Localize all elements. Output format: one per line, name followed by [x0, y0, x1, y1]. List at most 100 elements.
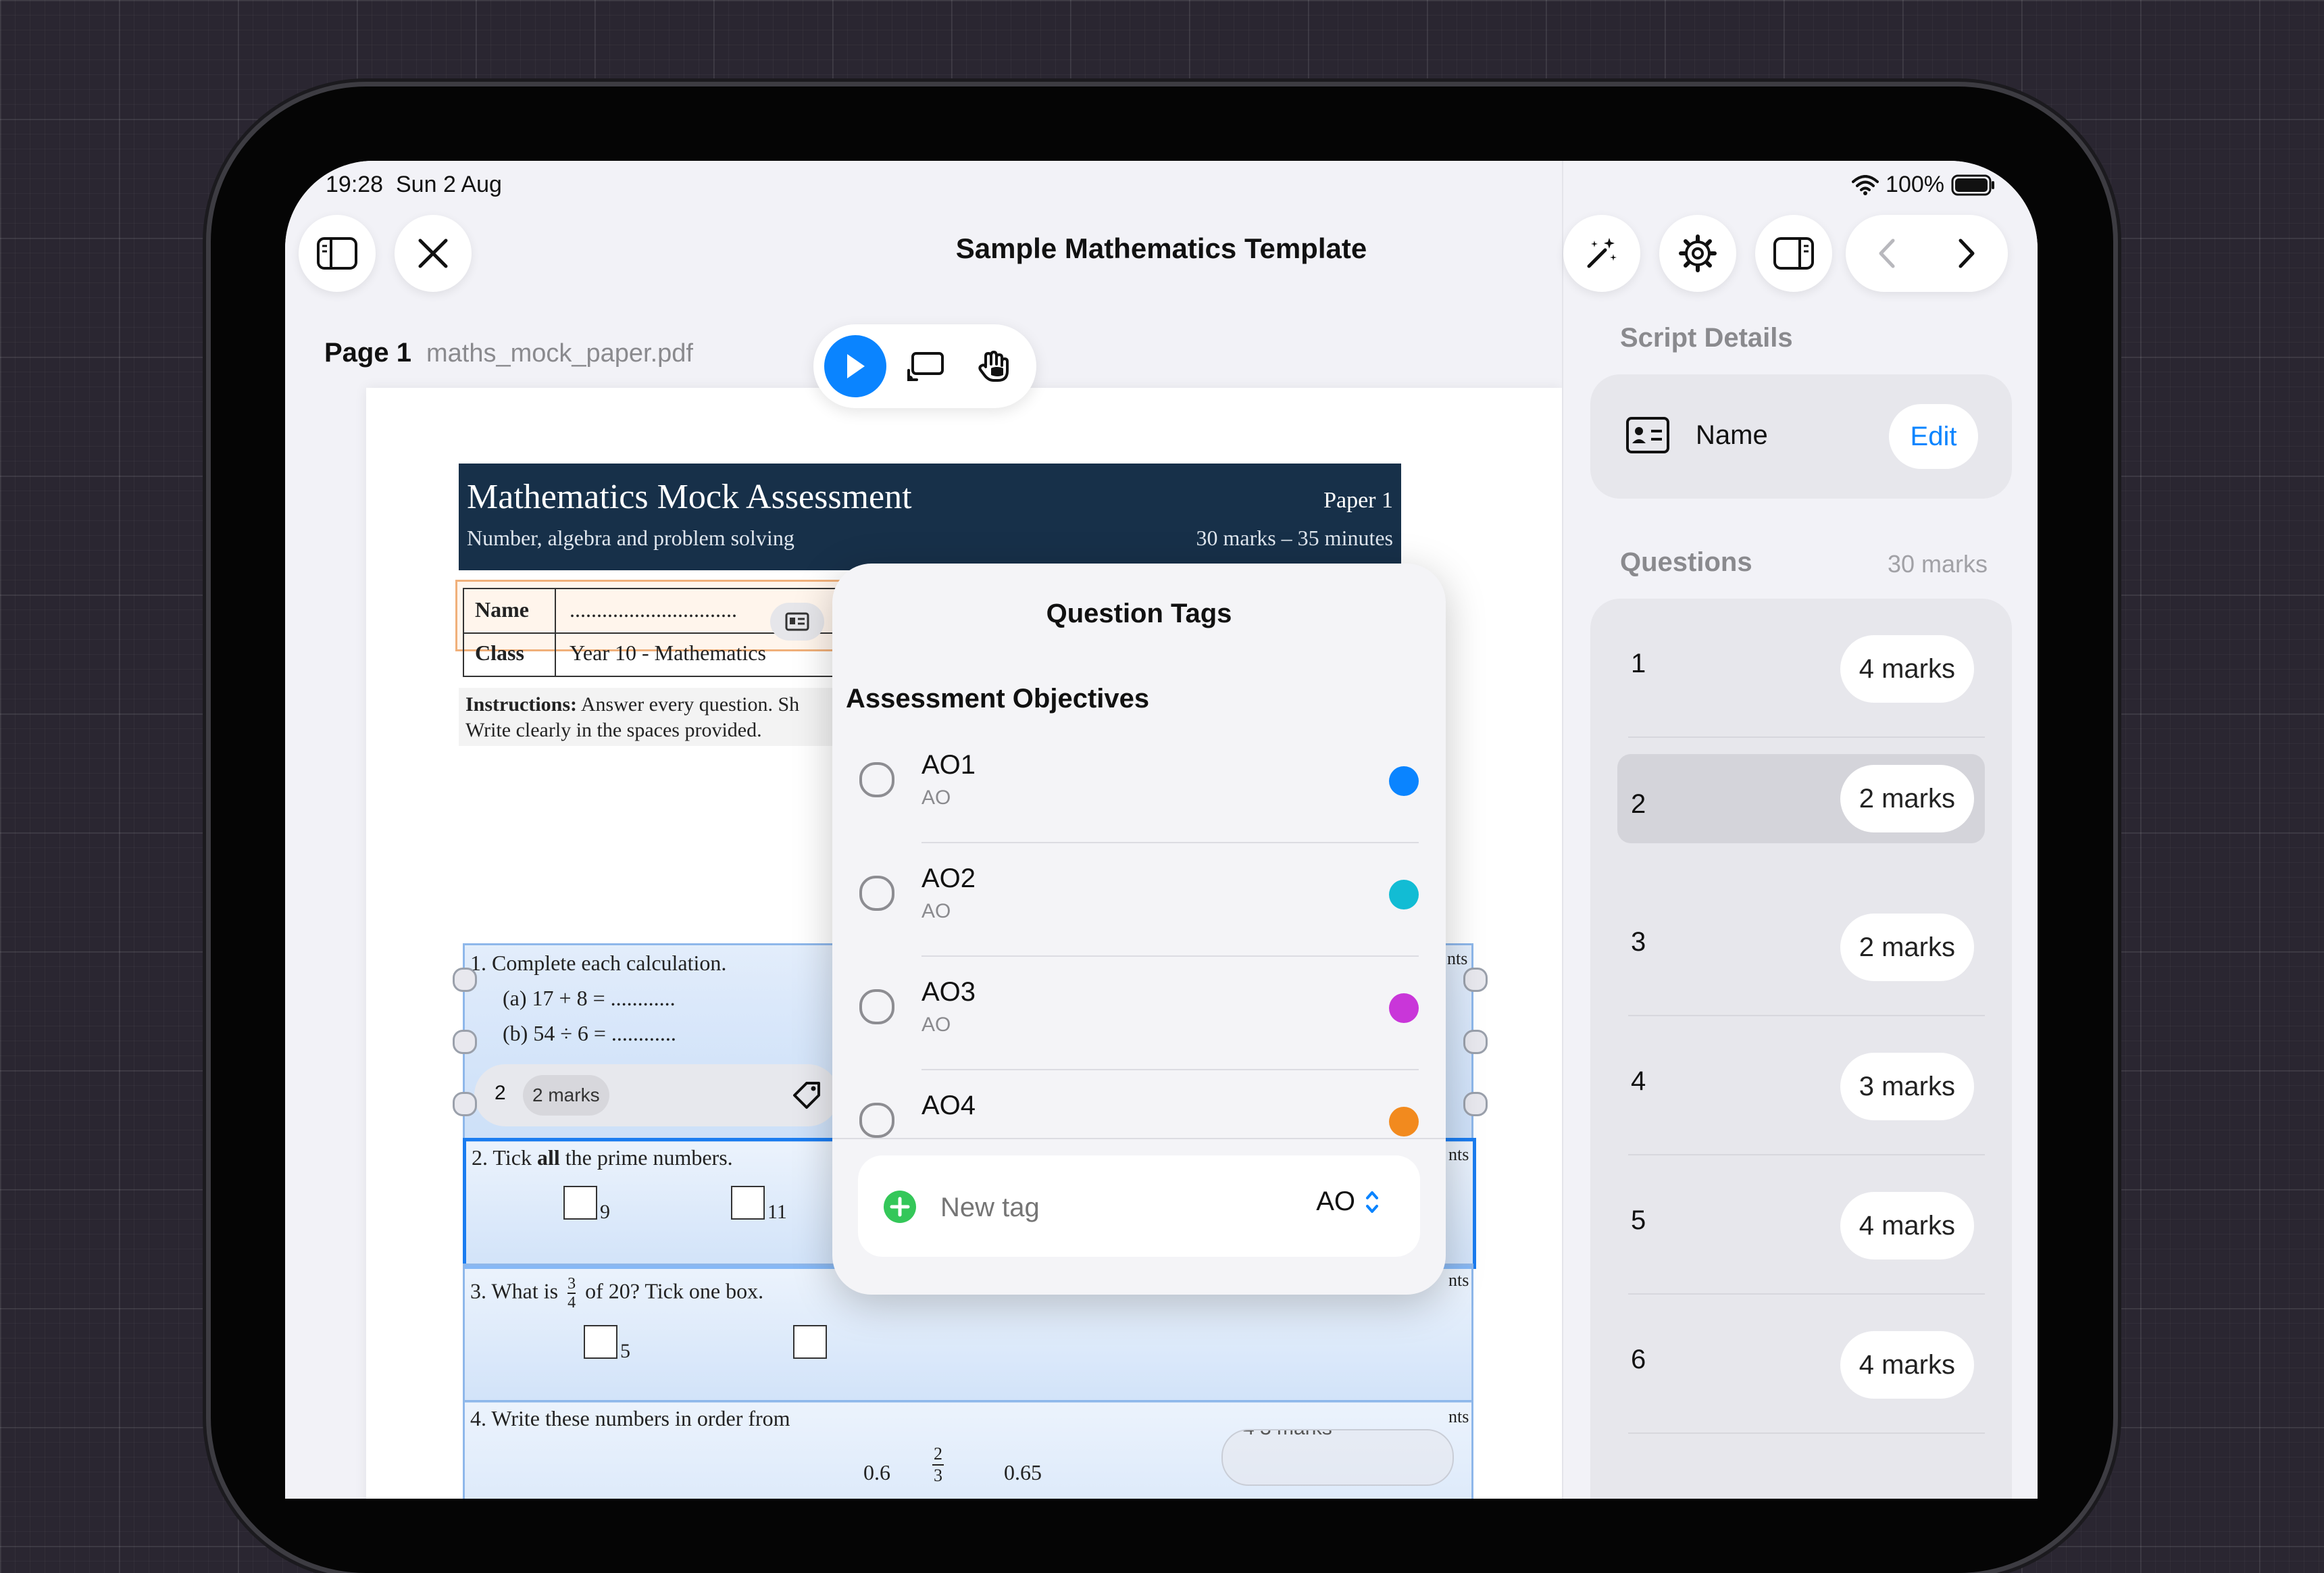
question-number: 5	[1631, 1205, 1646, 1235]
tag-type-ao2: AO	[921, 900, 951, 922]
question-row-5[interactable]: 5 4 marks	[1617, 1155, 1985, 1295]
question-region-4[interactable]: 4. Write these numbers in order from 0.6…	[463, 1400, 1473, 1499]
row-separator	[1628, 1432, 1985, 1434]
question-marks-button[interactable]: 4 marks	[1840, 1192, 1974, 1259]
q1-question-chip[interactable]: 2 2 marks	[474, 1064, 839, 1126]
q2-title: 2. Tick all the prime numbers.	[472, 1145, 733, 1170]
add-icon[interactable]	[882, 1189, 917, 1224]
question-row-1[interactable]: 1 4 marks	[1617, 599, 1985, 738]
questions-list: 1 4 marks 2 2 marks 3 2 marks 4 3 marks …	[1590, 599, 2012, 1499]
instructions-line-2: Write clearly in the spaces provided.	[465, 719, 762, 741]
q2-checkbox-1	[563, 1186, 597, 1220]
contact-card-icon	[785, 612, 809, 631]
paper-subtitle: Number, algebra and problem solving	[467, 526, 794, 550]
chevron-up-down-icon	[1366, 1191, 1378, 1213]
q4-title: 4. Write these numbers in order from	[470, 1406, 790, 1430]
hand-pan-icon	[978, 351, 1009, 382]
tag-type-selector[interactable]: AO	[1316, 1187, 1380, 1217]
question-marks-button[interactable]: 4 marks	[1840, 1331, 1974, 1399]
tag-color-ao3	[1389, 993, 1419, 1023]
question-number: 6	[1631, 1345, 1646, 1374]
resize-handle-top-right[interactable]	[1463, 968, 1488, 992]
q3-fraction: 34	[567, 1275, 576, 1312]
name-label: Name	[475, 597, 529, 622]
questions-total-marks: 30 marks	[1887, 550, 1988, 578]
tag-type-ao1: AO	[921, 786, 951, 809]
battery-icon	[1951, 174, 1994, 195]
paper-title: Mathematics Mock Assessment	[467, 478, 912, 516]
question-row-2[interactable]: 2 2 marks	[1617, 738, 1985, 877]
q3-checkbox-1	[584, 1325, 617, 1359]
name-field-chip[interactable]	[770, 603, 824, 641]
page-number: Page 1	[324, 338, 411, 368]
q3-option-1: 5	[620, 1340, 630, 1362]
name-field-label: Name	[1696, 420, 1768, 450]
pointer-icon	[847, 354, 865, 378]
resize-handle-bottom-left[interactable]	[453, 1092, 477, 1116]
ipad-screen: 19:28 Sun 2 Aug Page 1 maths_mock_paper.p…	[285, 161, 2038, 1499]
tag-name-ao1: AO1	[921, 750, 976, 780]
tag-radio-ao3[interactable]	[859, 989, 894, 1024]
instructions-text: Answer every question. Sh	[580, 693, 800, 716]
class-value: Year 10 - Mathematics	[570, 641, 766, 665]
question-marks-button[interactable]: 3 marks	[1840, 1053, 1974, 1120]
tag-icon	[793, 1082, 820, 1109]
question-row-6[interactable]: 6 4 marks	[1617, 1295, 1985, 1434]
select-tool-button[interactable]	[824, 335, 886, 397]
q1-title: 1. Complete each calculation.	[470, 951, 727, 975]
q2-title-bold: all	[536, 1145, 560, 1170]
tag-radio-ao4[interactable]	[859, 1103, 894, 1138]
q1-part-a: (a) 17 + 8 = ............	[503, 986, 676, 1010]
tag-type-ao3: AO	[921, 1014, 951, 1036]
question-marks-button[interactable]: 2 marks	[1840, 765, 1974, 832]
hand-tool-button[interactable]	[963, 335, 1026, 397]
q4-question-chip[interactable]: 4 3 marks	[1221, 1429, 1454, 1486]
script-details-heading: Script Details	[1620, 323, 1793, 353]
class-label: Class	[475, 641, 524, 665]
tag-row-ao2[interactable]: AO2 AO	[832, 843, 1446, 957]
assessment-objectives-heading: Assessment Objectives	[846, 684, 1150, 714]
q4-chip-label: 4 3 marks	[1243, 1430, 1332, 1440]
q2-marks-fragment: nts	[1448, 1145, 1469, 1164]
paper-header-banner: Mathematics Mock Assessment Number, alge…	[459, 464, 1401, 570]
resize-handle-top-left[interactable]	[453, 968, 477, 992]
resize-handle-mid-left[interactable]	[453, 1030, 477, 1054]
tag-row-ao4[interactable]: AO4	[832, 1070, 1446, 1138]
list-bottom-divider	[832, 1138, 1446, 1139]
question-marks-button[interactable]: 4 marks	[1840, 635, 1974, 703]
q4-fraction: 23	[932, 1444, 944, 1486]
instructions-label: Instructions:	[465, 693, 578, 716]
document-title: Sample Mathematics Template	[955, 232, 1367, 264]
name-field-card: Name Edit	[1590, 374, 2012, 499]
q1-chip-number: 2	[495, 1082, 506, 1104]
question-number: 1	[1631, 649, 1646, 678]
q4-number-1: 0.6	[863, 1460, 890, 1484]
edit-name-button[interactable]: Edit	[1889, 404, 1978, 469]
q4-marks-fragment: nts	[1448, 1407, 1469, 1426]
script-details-sidebar: 100% Script Details Name Edit Questions …	[1562, 161, 2038, 1499]
wifi-icon	[1852, 174, 1879, 195]
tag-radio-ao1[interactable]	[859, 762, 894, 797]
resize-handle-bottom-right[interactable]	[1463, 1092, 1488, 1116]
q1-chip-marks: 2 marks	[523, 1075, 609, 1116]
contact-card-icon	[1626, 417, 1669, 453]
tag-radio-ao2[interactable]	[859, 876, 894, 911]
tag-color-ao1	[1389, 766, 1419, 796]
new-tag-input[interactable]	[939, 1187, 1239, 1228]
tag-name-ao2: AO2	[921, 864, 976, 893]
tag-row-ao1[interactable]: AO1 AO	[832, 730, 1446, 843]
question-row-3[interactable]: 3 2 marks	[1617, 877, 1985, 1016]
tag-color-ao2	[1389, 880, 1419, 909]
resize-handle-mid-right[interactable]	[1463, 1030, 1488, 1054]
question-row-4[interactable]: 4 3 marks	[1617, 1016, 1985, 1155]
question-marks-button[interactable]: 2 marks	[1840, 914, 1974, 981]
q4-number-3: 0.65	[1004, 1460, 1042, 1484]
instructions-line-1: Instructions: Answer every question. Sh	[465, 693, 799, 716]
q2-option-2: 11	[767, 1201, 787, 1223]
class-label-cell: Class	[464, 632, 556, 676]
tag-row-ao3[interactable]: AO3 AO	[832, 957, 1446, 1070]
new-tag-bar: AO	[858, 1155, 1420, 1257]
question-number: 3	[1631, 927, 1646, 957]
q2-title-pre: 2. Tick	[472, 1145, 532, 1170]
region-tool-button[interactable]	[894, 335, 957, 397]
